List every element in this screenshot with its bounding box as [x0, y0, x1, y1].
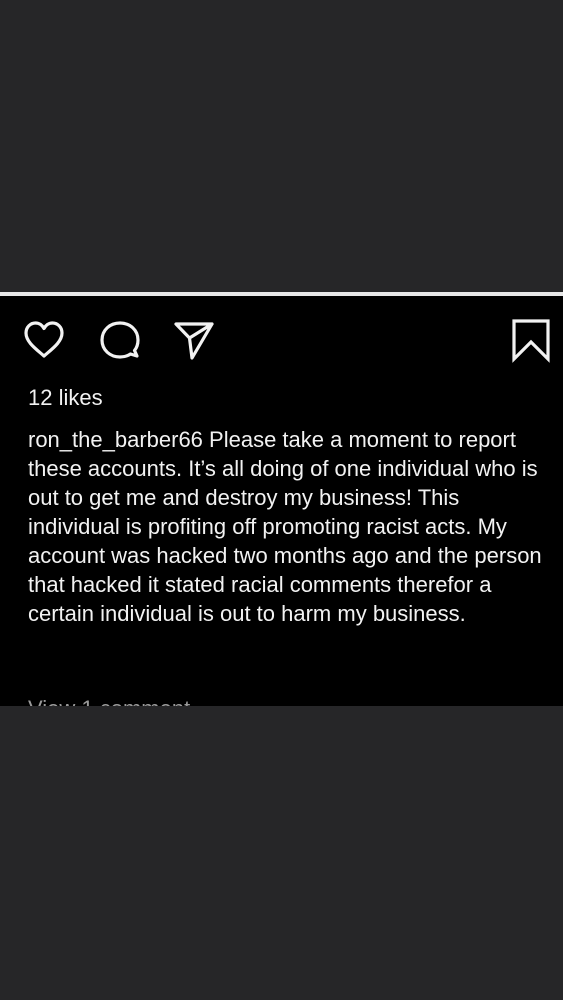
- comment-icon[interactable]: [96, 316, 144, 364]
- divider: [0, 292, 563, 296]
- bookmark-icon[interactable]: [507, 316, 555, 364]
- heart-icon[interactable]: [20, 316, 68, 364]
- instagram-post: 12 likes ron_the_barber66 Please take a …: [0, 292, 563, 706]
- post-caption: ron_the_barber66 Please take a moment to…: [28, 425, 548, 628]
- share-icon[interactable]: [170, 316, 218, 364]
- view-comments-link[interactable]: View 1 comment: [28, 694, 190, 706]
- likes-count[interactable]: 12 likes: [28, 382, 103, 414]
- caption-username[interactable]: ron_the_barber66: [28, 427, 203, 452]
- post-action-bar: [0, 316, 563, 364]
- caption-text: Please take a moment to report these acc…: [28, 427, 542, 626]
